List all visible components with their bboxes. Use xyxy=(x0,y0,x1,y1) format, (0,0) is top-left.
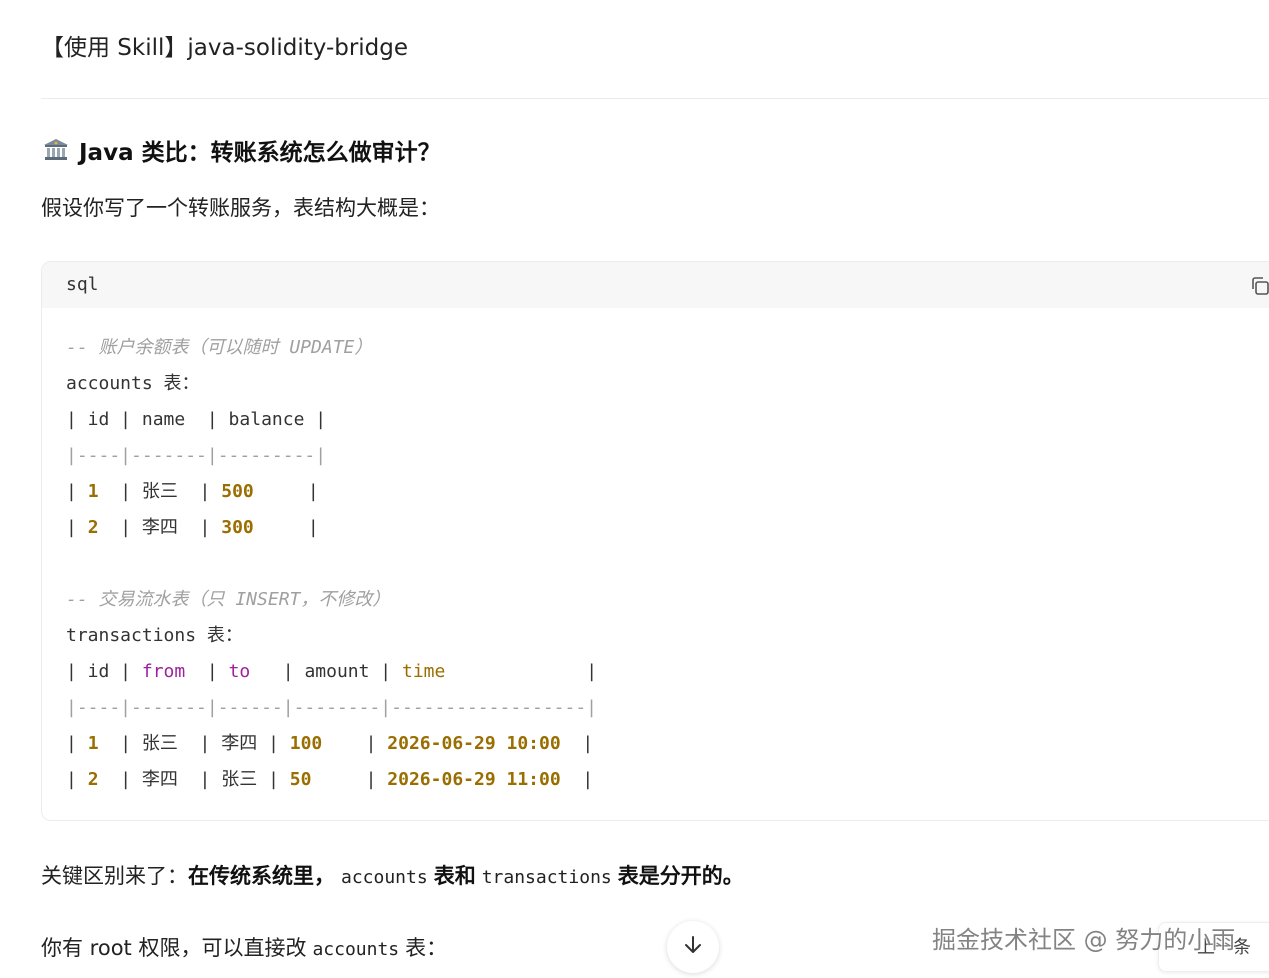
code-text: | xyxy=(185,661,229,682)
key-diff-bold-end: 表是分开的。 xyxy=(617,864,744,888)
code-text: | amount | xyxy=(250,661,402,682)
code-keyword: from xyxy=(141,661,186,682)
code-line: | 1 | 张三 | 500 | xyxy=(66,474,597,510)
code-number: 1 xyxy=(87,481,99,502)
code-text: | xyxy=(253,481,319,502)
code-text: | id | name | balance | xyxy=(66,409,327,430)
section-heading: Java 类比：转账系统怎么做审计？ xyxy=(43,133,441,167)
code-text: | xyxy=(560,733,594,754)
scroll-down-button[interactable] xyxy=(667,921,719,973)
divider xyxy=(41,98,1269,99)
code-text: | xyxy=(66,733,88,754)
inline-code: accounts xyxy=(341,867,428,888)
code-text: transactions 表： xyxy=(66,625,243,646)
code-text: | xyxy=(253,517,319,538)
code-number: 300 xyxy=(221,517,254,538)
code-number: 100 xyxy=(289,733,323,754)
code-line: -- 账户余额表（可以随时 UPDATE） xyxy=(66,330,597,366)
code-body: -- 账户余额表（可以随时 UPDATE） accounts 表： | id |… xyxy=(66,330,597,798)
code-line: | id | name | balance | xyxy=(66,402,597,438)
code-text: | 张三 | xyxy=(98,481,222,502)
code-line: | 2 | 李四 | 300 | xyxy=(66,510,597,546)
code-text: | 李四 | 张三 | xyxy=(98,769,290,790)
code-line: transactions 表： xyxy=(66,618,597,654)
root-prefix: 你有 root 权限，可以直接改 xyxy=(41,936,307,960)
root-permission-text: 你有 root 权限，可以直接改 accounts 表： xyxy=(41,932,447,962)
code-text: | 李四 | xyxy=(98,517,222,538)
code-text: |----|-------|------|--------|----------… xyxy=(66,697,598,718)
skill-line: 【使用 Skill】java-solidity-bridge xyxy=(41,35,409,61)
code-header: sql xyxy=(42,262,1269,308)
watermark: 掘金技术社区 @ 努力的小雨 xyxy=(932,926,1236,954)
code-text: | xyxy=(66,517,88,538)
code-line: | 2 | 李四 | 张三 | 50 | 2026-06-29 11:00 | xyxy=(66,762,597,798)
intro-text: 假设你写了一个转账服务，表结构大概是： xyxy=(41,196,440,220)
code-keyword: time xyxy=(401,661,446,682)
code-text: accounts 表： xyxy=(66,373,200,394)
code-line: | 1 | 张三 | 李四 | 100 | 2026-06-29 10:00 | xyxy=(66,726,597,762)
code-number: 2 xyxy=(87,769,99,790)
heading-text: Java 类比：转账系统怎么做审计？ xyxy=(79,140,441,166)
code-line: accounts 表： xyxy=(66,366,597,402)
key-diff-bold-start: 在传统系统里， xyxy=(188,864,335,888)
code-text: | xyxy=(311,769,388,790)
comment: -- 交易流水表（只 INSERT，不修改） xyxy=(66,589,391,610)
code-line: | id | from | to | amount | time | xyxy=(66,654,597,690)
code-text: | xyxy=(445,661,598,682)
code-text: | xyxy=(66,769,88,790)
code-line: |----|-------|---------| xyxy=(66,438,597,474)
comment: -- 账户余额表（可以随时 UPDATE） xyxy=(66,337,373,358)
root-suffix: 表： xyxy=(405,936,448,960)
code-text: | id | xyxy=(66,661,142,682)
key-diff-mid: 表和 xyxy=(433,864,476,888)
inline-code: transactions xyxy=(481,867,612,888)
code-number: 2026-06-29 11:00 xyxy=(387,769,561,790)
inline-code: accounts xyxy=(312,939,400,960)
code-block: sql -- 账户余额表（可以随时 UPDATE） accounts 表： | … xyxy=(41,261,1269,821)
key-difference-text: 关键区别来了：在传统系统里， accounts 表和 transactions 表是分开… xyxy=(41,860,744,890)
arrow-down-icon xyxy=(682,934,704,960)
copy-icon[interactable] xyxy=(1249,275,1269,297)
code-number: 50 xyxy=(289,769,312,790)
key-diff-prefix: 关键区别来了： xyxy=(41,864,188,888)
code-number: 500 xyxy=(221,481,254,502)
code-text: | xyxy=(560,769,594,790)
code-keyword: to xyxy=(228,661,251,682)
code-language: sql xyxy=(66,274,99,295)
code-number: 2026-06-29 10:00 xyxy=(387,733,561,754)
code-text: |----|-------|---------| xyxy=(66,445,327,466)
code-number: 1 xyxy=(87,733,99,754)
code-text: | 张三 | 李四 | xyxy=(98,733,290,754)
code-text: | xyxy=(322,733,388,754)
code-number: 2 xyxy=(87,517,99,538)
code-line: -- 交易流水表（只 INSERT，不修改） xyxy=(66,582,597,618)
code-line: |----|-------|------|--------|----------… xyxy=(66,690,597,726)
bank-icon xyxy=(43,138,69,162)
code-text: | xyxy=(66,481,88,502)
